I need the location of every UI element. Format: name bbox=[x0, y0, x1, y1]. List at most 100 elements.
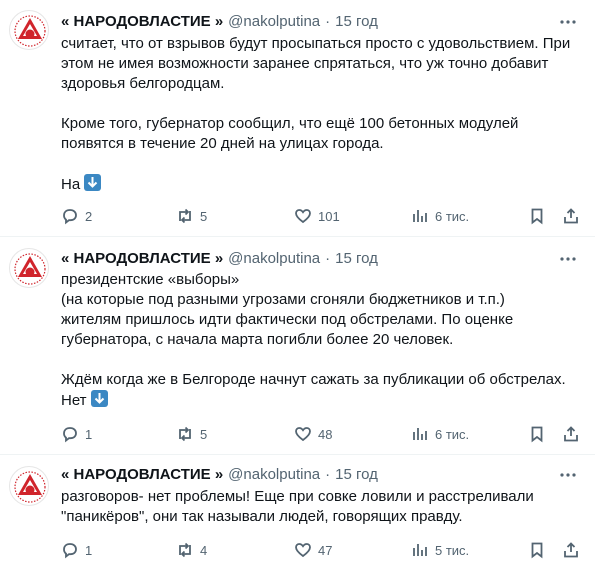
tweet-text-line: (на которые под разными угрозами сгоняли… bbox=[61, 291, 505, 308]
tweet-text-line: здоровья белгородцам. bbox=[61, 75, 225, 92]
author-name[interactable]: « НАРОДОВЛАСТИЕ » bbox=[61, 249, 223, 269]
tweet-text-line: разговоров- нет проблемы! Еще при совке … bbox=[61, 488, 534, 505]
author-handle[interactable]: @nakolputina bbox=[228, 465, 320, 485]
tweet-text-line: появятся в течение 20 дней на улицах гор… bbox=[61, 135, 384, 152]
like-button[interactable]: 101 bbox=[294, 206, 340, 226]
reply-icon bbox=[63, 543, 77, 559]
like-count: 47 bbox=[318, 542, 333, 558]
separator-dot: · bbox=[325, 466, 331, 483]
reply-button[interactable]: 2 bbox=[61, 206, 92, 226]
views-chart-icon bbox=[413, 428, 427, 440]
tweet-header: « НАРОДОВЛАСТИЕ » @nakolputina · 15 год bbox=[61, 465, 378, 485]
repost-count: 5 bbox=[200, 208, 208, 224]
like-button[interactable]: 47 bbox=[294, 540, 332, 560]
repost-button[interactable]: 5 bbox=[176, 424, 207, 444]
reply-icon bbox=[63, 427, 77, 443]
views-count: 6 тис. bbox=[435, 426, 470, 442]
bookmark-icon bbox=[531, 426, 543, 443]
share-button[interactable] bbox=[562, 424, 580, 444]
views-button[interactable]: 6 тис. bbox=[411, 206, 469, 226]
repost-button[interactable]: 5 bbox=[176, 206, 207, 226]
tweet[interactable]: « НАРОДОВЛАСТИЕ » @nakolputina · 15 год … bbox=[0, 456, 595, 569]
tweet[interactable]: « НАРОДОВЛАСТИЕ » @nakolputina · 15 год … bbox=[0, 0, 595, 237]
arrow-down-emoji-icon bbox=[90, 390, 108, 407]
share-button[interactable] bbox=[562, 206, 580, 226]
repost-icon bbox=[179, 542, 191, 558]
tweet-text-line: губернатора, с начала марта погибли боле… bbox=[61, 331, 454, 348]
tweet-timestamp[interactable]: 15 год bbox=[335, 465, 378, 485]
like-count: 101 bbox=[318, 208, 340, 224]
heart-icon bbox=[295, 427, 311, 442]
tweet-text-line: "паникёров", они так называли людей, гов… bbox=[61, 508, 463, 525]
reply-count: 1 bbox=[85, 426, 93, 442]
tweet-timestamp[interactable]: 15 год bbox=[335, 249, 378, 269]
more-icon bbox=[560, 20, 576, 24]
tweet[interactable]: « НАРОДОВЛАСТИЕ » @nakolputina · 15 год … bbox=[0, 238, 595, 455]
heart-icon bbox=[295, 209, 311, 224]
views-button[interactable]: 5 тис. bbox=[411, 540, 469, 560]
views-chart-icon bbox=[413, 210, 427, 222]
tweet-header: « НАРОДОВЛАСТИЕ » @nakolputina · 15 год bbox=[61, 249, 378, 269]
more-options-button[interactable] bbox=[559, 466, 577, 484]
share-icon bbox=[564, 208, 578, 224]
avatar[interactable] bbox=[9, 466, 49, 506]
more-icon bbox=[560, 473, 576, 477]
tweet-text-word: На bbox=[61, 176, 81, 193]
reply-icon bbox=[63, 209, 77, 225]
tweet-text-line: Нет bbox=[61, 390, 581, 411]
repost-count: 4 bbox=[200, 542, 208, 558]
separator-dot: · bbox=[325, 250, 331, 267]
more-options-button[interactable] bbox=[559, 13, 577, 31]
bookmark-button[interactable] bbox=[528, 424, 546, 444]
tweet-text-line: этом не имея возможности заранее спрятат… bbox=[61, 55, 549, 72]
tweet-text: президентские «выборы» (на которые под р… bbox=[61, 270, 581, 411]
views-count: 5 тис. bbox=[435, 542, 470, 558]
more-icon bbox=[560, 257, 576, 261]
tweet-text-line: На bbox=[61, 174, 581, 195]
author-name[interactable]: « НАРОДОВЛАСТИЕ » bbox=[61, 465, 223, 485]
tweet-timestamp[interactable]: 15 год bbox=[335, 12, 378, 32]
separator-dot: · bbox=[325, 13, 331, 30]
share-icon bbox=[564, 426, 578, 442]
arrow-down-emoji-icon bbox=[84, 174, 102, 191]
timeline-feed: « НАРОДОВЛАСТИЕ » @nakolputina · 15 год … bbox=[0, 0, 595, 569]
bookmark-icon bbox=[531, 208, 543, 225]
share-icon bbox=[564, 542, 578, 558]
bookmark-button[interactable] bbox=[528, 206, 546, 226]
tweet-text-line: Кроме того, губернатор сообщил, что ещё … bbox=[61, 115, 519, 132]
more-options-button[interactable] bbox=[559, 250, 577, 268]
reply-count: 2 bbox=[85, 208, 93, 224]
tweet-text: считает, что от взрывов будут просыпатьс… bbox=[61, 34, 581, 195]
repost-icon bbox=[179, 208, 191, 224]
repost-icon bbox=[179, 426, 191, 442]
author-handle[interactable]: @nakolputina bbox=[228, 12, 320, 32]
share-button[interactable] bbox=[562, 540, 580, 560]
reply-count: 1 bbox=[85, 542, 93, 558]
avatar[interactable] bbox=[9, 10, 49, 50]
repost-button[interactable]: 4 bbox=[176, 540, 207, 560]
tweet-text-line: считает, что от взрывов будут просыпатьс… bbox=[61, 35, 571, 52]
reply-button[interactable]: 1 bbox=[61, 424, 92, 444]
tweet-actions: 1 5 48 6 тис. bbox=[61, 424, 581, 444]
tweet-text-line: Ждём когда же в Белгороде начнут сажать … bbox=[61, 371, 566, 388]
tweet-actions: 1 4 47 5 тис. bbox=[61, 540, 581, 560]
author-handle[interactable]: @nakolputina bbox=[228, 249, 320, 269]
like-button[interactable]: 48 bbox=[294, 424, 332, 444]
tweet-actions: 2 5 101 6 тис. bbox=[61, 206, 581, 226]
avatar-logo-icon bbox=[14, 15, 46, 47]
heart-icon bbox=[295, 543, 311, 558]
avatar-logo-icon bbox=[14, 471, 46, 503]
tweet-text: разговоров- нет проблемы! Еще при совке … bbox=[61, 487, 581, 527]
like-count: 48 bbox=[318, 426, 333, 442]
avatar[interactable] bbox=[9, 248, 49, 288]
reply-button[interactable]: 1 bbox=[61, 540, 92, 560]
views-chart-icon bbox=[413, 544, 427, 556]
repost-count: 5 bbox=[200, 426, 208, 442]
views-button[interactable]: 6 тис. bbox=[411, 424, 469, 444]
tweet-text-word: Нет bbox=[61, 392, 87, 409]
bookmark-button[interactable] bbox=[528, 540, 546, 560]
author-name[interactable]: « НАРОДОВЛАСТИЕ » bbox=[61, 12, 223, 32]
tweet-header: « НАРОДОВЛАСТИЕ » @nakolputina · 15 год bbox=[61, 12, 378, 32]
tweet-text-line: президентские «выборы» bbox=[61, 271, 240, 288]
tweet-text-line: жителям пришлось идти фактически под обс… bbox=[61, 311, 514, 328]
